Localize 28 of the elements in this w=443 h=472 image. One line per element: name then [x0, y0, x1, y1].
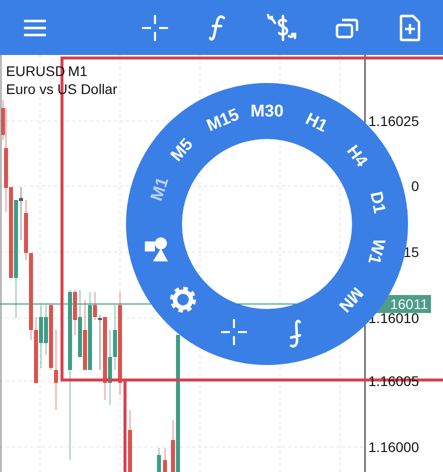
function-icon: [209, 15, 225, 41]
function-icon[interactable]: [290, 320, 302, 348]
crosshair-icon: [142, 15, 168, 41]
candle: [157, 448, 161, 472]
menu-icon: [23, 19, 47, 37]
price-label: 1.16025: [368, 113, 419, 129]
price-label: 1.16000: [368, 439, 419, 455]
price-label: 1.16010: [368, 310, 419, 326]
price-label: 0: [411, 178, 419, 194]
new-document-icon: [399, 14, 421, 42]
windows-icon: [335, 17, 359, 39]
candle: [128, 410, 132, 472]
crosshair-icon[interactable]: [220, 319, 247, 346]
timeframe-option[interactable]: M5: [166, 134, 197, 166]
timeframe-option[interactable]: MN: [335, 283, 367, 316]
price-label: 15: [403, 244, 419, 260]
timeframe-option[interactable]: H4: [343, 142, 372, 170]
settings-icon[interactable]: [170, 286, 196, 313]
timeframe-option[interactable]: M30: [250, 102, 284, 120]
shapes-icon[interactable]: [144, 237, 168, 262]
timeframe-option[interactable]: D1: [366, 190, 390, 215]
timeframe-option[interactable]: W1: [364, 236, 389, 266]
timeframe-option[interactable]: M15: [204, 104, 242, 136]
timeframe-option[interactable]: H1: [302, 109, 330, 136]
timeframe-label: M1: [68, 63, 88, 79]
timeframe-option[interactable]: M1: [146, 174, 172, 204]
currency-exchange-icon: [267, 14, 297, 42]
candle: [163, 448, 167, 472]
